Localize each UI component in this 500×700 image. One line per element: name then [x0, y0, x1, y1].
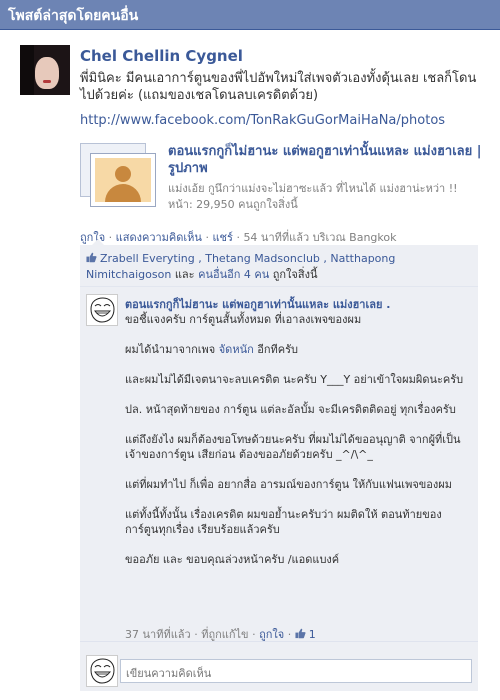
thumbs-up-icon [86, 252, 97, 263]
post-timestamp[interactable]: 54 นาทีที่แล้ว บริเวณ Bangkok [243, 231, 396, 244]
thumbs-up-icon [295, 628, 306, 639]
separator: · [108, 231, 113, 244]
comment-meta: 37 นาทีที่แล้ว · ที่ถูกแก้ไข · ถูกใจ · 1 [125, 628, 316, 641]
post-author-avatar[interactable] [20, 45, 70, 95]
shared-like-count: หน้า: 29,950 คนถูกใจสิ่งนี้ [168, 198, 298, 211]
post-actions: ถูกใจ · แสดงความคิดเห็น · แชร์ · 54 นาที… [80, 228, 396, 246]
troll-face-icon [87, 656, 117, 686]
separator: · [236, 231, 240, 244]
separator: · [205, 231, 209, 244]
comment-edited: ที่ถูกแก้ไข [201, 628, 249, 641]
write-comment-row: เขียนความคิดเห็น [80, 651, 478, 691]
shared-photo-thumbnail[interactable] [80, 143, 158, 209]
comment-input[interactable]: เขียนความคิดเห็น [120, 659, 472, 683]
comment-timestamp[interactable]: 37 นาทีที่แล้ว [125, 628, 191, 641]
troll-face-icon [87, 295, 117, 325]
likes-and: และ [174, 268, 195, 281]
comment-paragraph: ผมได้นำมาจากเพจ จัดหนัก อีกทีครับ [125, 343, 299, 356]
mentioned-page-link[interactable]: จัดหนัก [219, 343, 254, 356]
comment-paragraph: ปล. หน้าสุดท้ายของ การ์ตูน แต่ละอัลบั้ม … [125, 403, 456, 416]
likes-summary: Zrabell Everyting , Thetang Madsonclub ,… [80, 245, 478, 287]
comment-paragraph: แต่ที่ผมทำไป ก็เพื่อ อยากสื่อ อารมณ์ของก… [125, 478, 452, 491]
default-profile-icon [95, 158, 151, 202]
shared-page-title[interactable]: ตอนแรกกูก็ไม่ฮานะ แต่พอกูฮาเท่านั้นแหละ … [168, 143, 488, 177]
feedback-box: Zrabell Everyting , Thetang Madsonclub ,… [80, 245, 478, 691]
comment-paragraph: ขออภัย และ ขอบคุณล่วงหน้าครับ /แอดแบงค์ [125, 553, 340, 566]
comment-like-link[interactable]: ถูกใจ [259, 628, 284, 641]
comment-like-count[interactable]: 1 [309, 628, 316, 641]
current-user-avatar [86, 655, 118, 687]
share-link[interactable]: แชร์ [212, 231, 232, 244]
post-author-name[interactable]: Chel Chellin Cygnel [80, 47, 243, 65]
commenter-avatar[interactable] [86, 294, 118, 326]
section-header: โพสต์ล่าสุดโดยคนอื่น [0, 0, 500, 30]
likes-others-link[interactable]: คนอื่นอีก 4 คน [198, 268, 269, 281]
comment-item: ตอนแรกกูก็ไม่ฮานะ แต่พอกูฮาเท่านั้นแหละ … [80, 288, 478, 642]
comment-paragraph: แต่ทั้งนี้ทั้งนั้น เรื่องเครดิต ผมขอย้ำน… [125, 508, 442, 536]
comment-paragraph: แต่ถึงยังไง ผมก็ต้องขอโทษด้วยนะครับ ที่ผ… [125, 433, 461, 461]
likes-suffix: ถูกใจสิ่งนี้ [272, 268, 318, 281]
comment-paragraph: ขอชี้แจงครับ การ์ตูนสั้นทั้งหมด ที่เอาลง… [125, 313, 362, 326]
post-link[interactable]: http://www.facebook.com/TonRakGuGorMaiHa… [80, 113, 445, 128]
commenter-name[interactable]: ตอนแรกกูก็ไม่ฮานะ แต่พอกูฮาเท่านั้นแหละ … [125, 295, 475, 313]
comment-paragraph: และผมไม่ได้มีเจตนาจะลบเครดิต นะครับ Y___… [125, 373, 464, 386]
section-title: โพสต์ล่าสุดโดยคนอื่น [8, 8, 139, 24]
comment-link[interactable]: แสดงความคิดเห็น [116, 231, 202, 244]
comment-text: ขอชี้แจงครับ การ์ตูนสั้นทั้งหมด ที่เอาลง… [125, 312, 475, 582]
post-message: พี่มินิคะ มีคนเอาการ์ตูนของพี่ไปอัพใหม่ใ… [80, 71, 477, 103]
